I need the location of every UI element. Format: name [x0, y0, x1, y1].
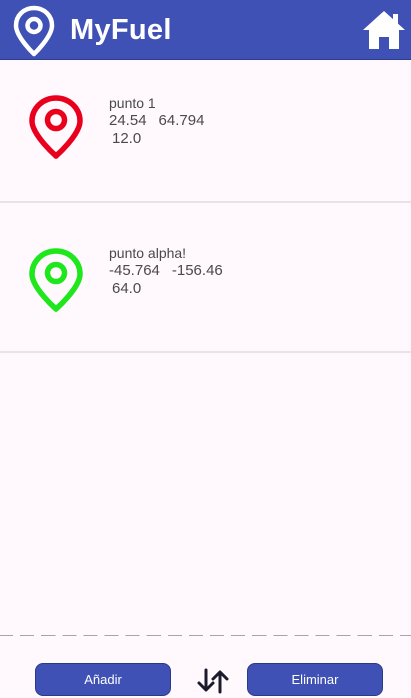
- point-name: punto alpha!: [109, 245, 187, 261]
- home-button[interactable]: [362, 8, 406, 52]
- home-icon: [363, 11, 405, 49]
- point-details: punto 1 24.54 64.794 12.0: [109, 94, 204, 148]
- point-latitude: 24.54: [109, 112, 147, 129]
- location-pin-icon: [29, 95, 83, 159]
- location-pin-icon: [29, 248, 83, 312]
- point-longitude: -156.46: [171, 262, 223, 279]
- list-item[interactable]: punto 1 24.54 64.794 12.0: [0, 60, 411, 203]
- point-coordinates: 24.54 64.794: [109, 112, 204, 130]
- point-name: punto 1: [109, 95, 156, 111]
- app-title: MyFuel: [70, 14, 172, 46]
- point-value: 12.0: [112, 130, 142, 147]
- sort-arrows-icon[interactable]: [196, 668, 230, 694]
- add-button[interactable]: Añadir: [35, 663, 171, 696]
- point-value: 64.0: [112, 280, 142, 297]
- point-longitude: 64.794: [158, 112, 205, 129]
- divider: [0, 635, 411, 636]
- app-bar: MyFuel: [0, 0, 411, 60]
- list-item[interactable]: punto alpha! -45.764 -156.46 64.0: [0, 203, 411, 353]
- delete-button[interactable]: Eliminar: [247, 663, 383, 696]
- point-latitude: -45.764: [109, 262, 160, 279]
- point-coordinates: -45.764 -156.46: [109, 262, 223, 280]
- points-list: punto 1 24.54 64.794 12.0 punto alpha! -4…: [0, 60, 411, 353]
- location-pin-icon: [13, 5, 55, 57]
- point-details: punto alpha! -45.764 -156.46 64.0: [109, 244, 223, 298]
